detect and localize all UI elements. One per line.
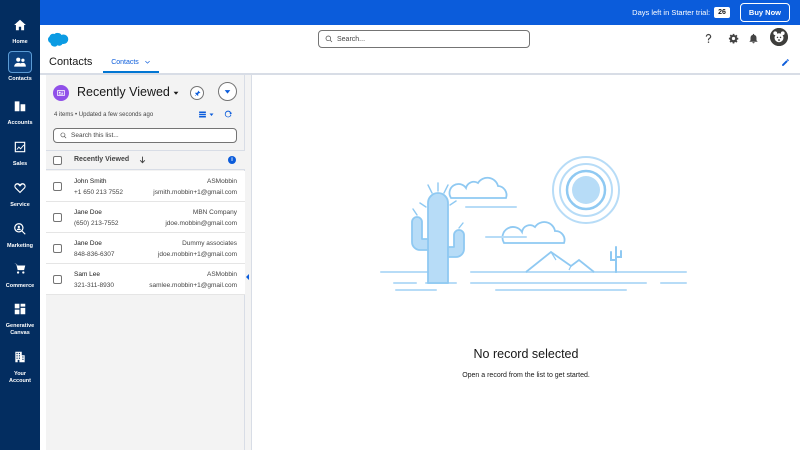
contact-card-icon <box>53 85 69 101</box>
nav-label-accounts: Accounts <box>7 120 33 126</box>
list-actions-menu-button[interactable] <box>218 82 237 101</box>
contact-phone: (650) 213-7552 <box>74 220 119 227</box>
row-checkbox[interactable] <box>53 182 62 191</box>
list-item[interactable]: Jane Doe (650) 213-7552 MBN Company jdoe… <box>46 202 245 233</box>
pin-list-button[interactable] <box>190 86 204 100</box>
list-item[interactable]: Sam Lee 321-311-8930 ASMobbin samlee.mob… <box>46 264 245 295</box>
left-nav: Home Contacts Accounts Sales Service Mar… <box>0 0 40 450</box>
home-icon <box>8 14 32 36</box>
tab-contacts[interactable]: Contacts <box>103 53 159 73</box>
nav-item-generative-canvas[interactable]: Generative Canvas <box>0 298 40 337</box>
column-header-recently-viewed[interactable]: Recently Viewed <box>74 156 129 163</box>
global-header: Search... <box>40 25 800 53</box>
row-checkbox[interactable] <box>53 213 62 222</box>
desert-empty-state-illustration <box>380 156 687 291</box>
contact-phone: +1 650 213 7552 <box>74 189 123 196</box>
gear-icon[interactable] <box>727 32 739 44</box>
list-search-placeholder: Search this list... <box>71 132 119 139</box>
global-search-input[interactable]: Search... <box>318 30 530 48</box>
user-avatar[interactable] <box>770 28 788 46</box>
cart-icon <box>8 258 32 280</box>
info-icon[interactable]: i <box>228 156 236 164</box>
contact-name[interactable]: John Smith <box>74 178 107 185</box>
search-icon <box>325 35 333 43</box>
empty-state-title: No record selected <box>473 347 579 361</box>
contact-email: jdoe.mobbin@gmail.com <box>165 220 237 227</box>
nav-label-sales: Sales <box>12 161 28 167</box>
list-view-panel: Recently Viewed 4 items • Updated a few … <box>46 75 245 450</box>
edit-pencil-icon[interactable] <box>781 58 790 67</box>
nav-item-marketing[interactable]: Marketing <box>0 218 40 250</box>
nav-label-contacts: Contacts <box>8 76 32 82</box>
contact-phone: 848-836-6307 <box>74 251 115 258</box>
trial-days-badge: 26 <box>714 7 730 18</box>
nav-item-sales[interactable]: Sales <box>0 136 40 168</box>
search-icon <box>60 132 67 139</box>
nav-label-your-account: Your Account <box>9 371 31 384</box>
nav-label-service: Service <box>10 202 30 208</box>
salesforce-logo-icon[interactable] <box>48 31 72 47</box>
list-view-title[interactable]: Recently Viewed <box>77 85 170 99</box>
contact-phone: 321-311-8930 <box>74 282 114 289</box>
app-nav-bar: Contacts Contacts <box>40 53 800 75</box>
row-checkbox[interactable] <box>53 275 62 284</box>
contacts-icon <box>8 51 32 73</box>
marketing-search-icon <box>8 218 32 240</box>
contact-name[interactable]: Jane Doe <box>74 240 102 247</box>
list-item[interactable]: John Smith +1 650 213 7552 ASMobbin jsmi… <box>46 171 245 202</box>
nav-label-home: Home <box>12 39 28 45</box>
row-checkbox[interactable] <box>53 244 62 253</box>
contact-company: Dummy associates <box>182 240 237 247</box>
trial-banner: Days left in Starter trial: 26 Buy Now <box>40 0 800 25</box>
buy-now-button[interactable]: Buy Now <box>739 3 790 22</box>
nav-item-home[interactable]: Home <box>0 14 40 46</box>
global-search-placeholder: Search... <box>337 35 366 43</box>
contact-company: MBN Company <box>192 209 237 216</box>
canvas-icon <box>8 298 32 320</box>
accounts-icon <box>8 95 32 117</box>
list-view-caret-icon[interactable] <box>173 90 179 96</box>
nav-label-commerce: Commerce <box>5 283 35 289</box>
contact-email: jdoe.mobbin+1@gmail.com <box>157 251 237 258</box>
sales-chart-icon <box>8 136 32 158</box>
nav-item-your-account[interactable]: Your Account <box>0 346 40 385</box>
contact-email: jsmith.mobbin+1@gmail.com <box>153 189 237 196</box>
empty-state-subtitle: Open a record from the list to get start… <box>462 372 590 379</box>
list-search-input[interactable]: Search this list... <box>53 128 237 143</box>
nav-label-generative-canvas: Generative Canvas <box>5 323 35 336</box>
trial-text: Days left in Starter trial: <box>632 8 711 17</box>
list-status-text: 4 items • Updated a few seconds ago <box>54 112 154 118</box>
contact-name[interactable]: Jane Doe <box>74 209 102 216</box>
nav-item-service[interactable]: Service <box>0 177 40 209</box>
chevron-down-icon <box>224 90 231 94</box>
nav-item-accounts[interactable]: Accounts <box>0 95 40 127</box>
tab-contacts-label: Contacts <box>111 58 139 66</box>
nav-item-contacts[interactable]: Contacts <box>0 51 40 83</box>
bell-icon[interactable] <box>747 32 759 44</box>
heart-icon <box>8 177 32 199</box>
app-title: Contacts <box>49 56 93 68</box>
sort-arrow-down-icon[interactable] <box>139 156 146 164</box>
display-as-table-icon[interactable] <box>198 109 216 119</box>
contact-company: ASMobbin <box>207 178 237 185</box>
contact-company: ASMobbin <box>207 271 237 278</box>
contact-email: samlee.mobbin+1@gmail.com <box>149 282 237 289</box>
panel-divider <box>245 75 252 450</box>
select-all-checkbox[interactable] <box>53 156 62 165</box>
list-column-header: Recently Viewed i <box>46 150 245 170</box>
nav-item-commerce[interactable]: Commerce <box>0 258 40 290</box>
nav-label-marketing: Marketing <box>7 243 33 249</box>
contact-name[interactable]: Sam Lee <box>74 271 100 278</box>
refresh-icon[interactable] <box>223 109 233 119</box>
help-icon[interactable] <box>702 32 714 44</box>
chevron-down-icon[interactable] <box>144 59 151 66</box>
list-item[interactable]: Jane Doe 848-836-6307 Dummy associates j… <box>46 233 245 264</box>
building-icon <box>8 346 32 368</box>
pin-icon <box>194 90 200 96</box>
record-detail-area: No record selected Open a record from th… <box>252 75 800 450</box>
collapse-panel-handle-icon[interactable] <box>246 274 249 280</box>
